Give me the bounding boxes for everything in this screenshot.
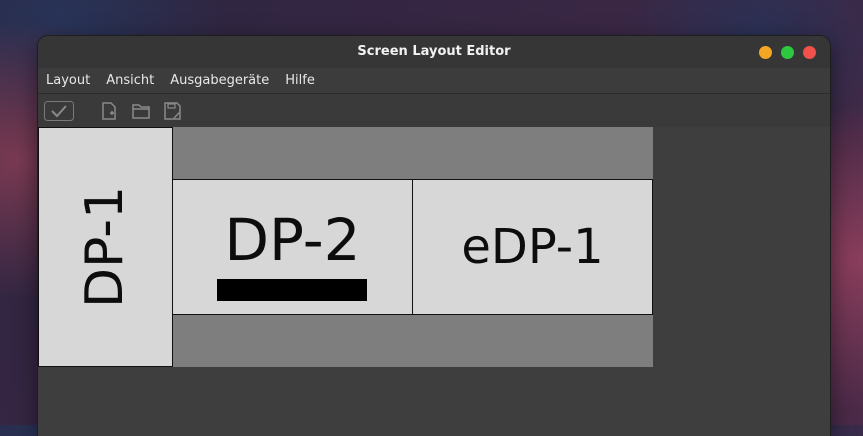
- monitor-dp-1[interactable]: DP-1: [38, 127, 173, 367]
- close-button[interactable]: [803, 46, 816, 59]
- menu-ausgabegeraete[interactable]: Ausgabegeräte: [170, 73, 269, 88]
- save-layout-icon[interactable]: [162, 99, 184, 123]
- open-layout-icon[interactable]: [130, 99, 152, 123]
- toolbar: [38, 93, 830, 128]
- menu-ansicht[interactable]: Ansicht: [106, 73, 154, 88]
- app-window: Screen Layout Editor Layout Ansicht Ausg…: [38, 36, 830, 436]
- monitor-label: DP-1: [75, 185, 136, 309]
- menu-bar: Layout Ansicht Ausgabegeräte Hilfe: [38, 68, 830, 93]
- new-layout-icon[interactable]: [98, 99, 120, 123]
- minimize-button[interactable]: [759, 46, 772, 59]
- monitor-label: eDP-1: [461, 219, 604, 275]
- primary-indicator: [217, 279, 367, 301]
- layout-canvas[interactable]: DP-1 DP-2 eDP-1: [38, 127, 830, 436]
- menu-hilfe[interactable]: Hilfe: [285, 73, 315, 88]
- apply-icon[interactable]: [44, 99, 74, 123]
- maximize-button[interactable]: [781, 46, 794, 59]
- monitor-label: DP-2: [224, 206, 361, 274]
- window-title: Screen Layout Editor: [357, 44, 511, 59]
- menu-layout[interactable]: Layout: [46, 73, 90, 88]
- monitor-edp-1[interactable]: eDP-1: [412, 179, 653, 315]
- title-bar[interactable]: Screen Layout Editor: [38, 36, 830, 68]
- monitor-dp-2[interactable]: DP-2: [172, 179, 413, 315]
